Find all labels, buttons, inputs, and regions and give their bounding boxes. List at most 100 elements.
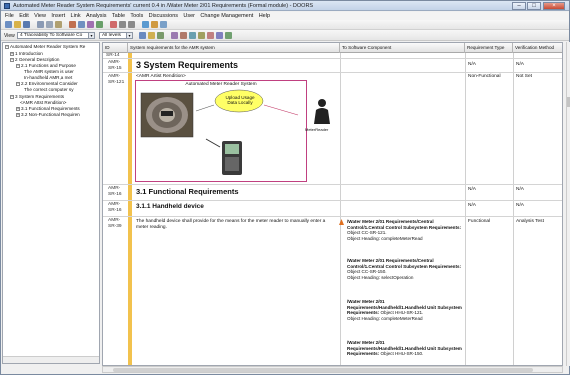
- show-links-icon[interactable]: [180, 32, 187, 39]
- column-header-id[interactable]: ID: [103, 43, 128, 53]
- requirement-type: N/A: [468, 62, 476, 67]
- section-heading[interactable]: 3 System Requirements: [136, 60, 238, 70]
- row-separator: [103, 200, 562, 201]
- column-header-link[interactable]: To Software Component: [340, 43, 465, 53]
- expand-icon[interactable]: +: [16, 106, 20, 111]
- delete-icon[interactable]: [110, 21, 117, 28]
- menu-insert[interactable]: Insert: [51, 12, 65, 20]
- view-label: View: [4, 33, 15, 39]
- verification-method: N/A: [516, 203, 524, 208]
- open-icon[interactable]: [14, 21, 21, 28]
- column-header-row: ID System requirements for the AMR syste…: [103, 43, 562, 53]
- edit-mode-icon[interactable]: [148, 32, 155, 39]
- link-entry[interactable]: /Water Meter 2/01 Requirements/Central C…: [347, 219, 462, 241]
- requirement-text[interactable]: The handheld device shall provide for th…: [136, 219, 334, 231]
- insert-object-icon[interactable]: [69, 21, 76, 28]
- expand-icon[interactable]: +: [10, 51, 14, 56]
- row-separator: [103, 58, 562, 59]
- table-icon[interactable]: [198, 32, 205, 39]
- window-title: Automated Meter Reader System Requiremen…: [13, 3, 314, 9]
- menu-discussions[interactable]: Discussions: [149, 12, 178, 20]
- section-heading[interactable]: 3.1.1 Handheld device: [136, 203, 204, 210]
- object-id: AMR-SR-121: [108, 74, 125, 85]
- app-icon: [4, 3, 10, 9]
- object-id: AMR-SR-16: [108, 186, 122, 197]
- collapse-icon[interactable]: −: [10, 57, 14, 62]
- menu-table[interactable]: Table: [112, 12, 125, 20]
- menu-change-management[interactable]: Change Management: [200, 12, 253, 20]
- menu-link[interactable]: Link: [71, 12, 81, 20]
- requirement-type: Functional: [468, 219, 491, 224]
- tree-item[interactable]: − Automated Meter Reader System Re: [5, 44, 85, 50]
- change-bar: [128, 53, 132, 365]
- view-toolbar: View 4 Traceability To Software Co ▾ All…: [1, 30, 569, 41]
- insert-heading-icon[interactable]: [78, 21, 85, 28]
- indent-icon[interactable]: [225, 32, 232, 39]
- tree-item[interactable]: +3.2 Non-Functional Requiren: [16, 112, 80, 118]
- row-separator: [103, 184, 562, 185]
- spell-check-icon[interactable]: [142, 21, 149, 28]
- insert-table-icon[interactable]: [87, 21, 94, 28]
- menu-view[interactable]: View: [34, 12, 46, 20]
- copy-icon[interactable]: [46, 21, 53, 28]
- find-icon[interactable]: [151, 21, 158, 28]
- collapse-icon[interactable]: −: [16, 81, 20, 86]
- scrollbar-thumb[interactable]: [113, 368, 533, 372]
- collapse-icon[interactable]: −: [16, 63, 20, 68]
- section-heading[interactable]: 3.1 Functional Requirements: [136, 187, 239, 196]
- menu-file[interactable]: File: [5, 12, 14, 20]
- minimize-button[interactable]: –: [512, 2, 526, 10]
- maximize-button[interactable]: □: [527, 2, 541, 10]
- level-1-icon[interactable]: [139, 32, 146, 39]
- view-select[interactable]: 4 Traceability To Software Co ▾: [17, 32, 95, 39]
- requirement-type: Non-Functional: [468, 74, 501, 79]
- graphics-mode-icon[interactable]: [171, 32, 178, 39]
- amr-artist-rendition-diagram[interactable]: Automated Meter Reader System Upload Usa…: [135, 80, 307, 182]
- link-entry[interactable]: /Water Meter 2/01 Requirements/Central C…: [347, 258, 462, 280]
- tree-icon[interactable]: [189, 32, 196, 39]
- save-icon[interactable]: [23, 21, 30, 28]
- expand-icon[interactable]: +: [16, 112, 20, 117]
- meter-reader-person-icon: [314, 99, 330, 124]
- sort-icon[interactable]: [216, 32, 223, 39]
- cut-icon[interactable]: [37, 21, 44, 28]
- link-entry[interactable]: /Water Meter 2/01 Requirements/Handheld/…: [347, 340, 462, 357]
- column-header-main[interactable]: System requirements for the AMR system: [128, 43, 340, 53]
- new-icon[interactable]: [5, 21, 12, 28]
- menu-edit[interactable]: Edit: [19, 12, 28, 20]
- levels-select-value: All levels: [102, 33, 121, 38]
- levels-select[interactable]: All levels ▾: [99, 32, 133, 39]
- redo-icon[interactable]: [128, 21, 135, 28]
- chevron-down-icon: ▾: [88, 33, 94, 38]
- link-entry[interactable]: /Water Meter 2/01 Requirements/Handheld/…: [347, 299, 462, 321]
- collapse-icon[interactable]: −: [5, 44, 9, 49]
- column-header-verification[interactable]: Verification Method: [513, 43, 562, 53]
- collapse-icon[interactable]: −: [10, 94, 14, 99]
- out-link-icon[interactable]: [339, 219, 344, 225]
- filter-icon[interactable]: [160, 21, 167, 28]
- link-icon[interactable]: [96, 21, 103, 28]
- title-bar: Automated Meter Reader System Requiremen…: [1, 1, 569, 11]
- row-separator: [103, 72, 562, 73]
- tree-horizontal-scrollbar[interactable]: [3, 356, 99, 363]
- verification-method: Analysis Test: [516, 219, 544, 224]
- column-header-type[interactable]: Requirement Type: [465, 43, 513, 53]
- outline-icon[interactable]: [157, 32, 164, 39]
- requirement-type: N/A: [468, 203, 476, 208]
- menu-bar: File Edit View Insert Link Analysis Tabl…: [1, 12, 569, 20]
- undo-icon[interactable]: [119, 21, 126, 28]
- history-icon[interactable]: [207, 32, 214, 39]
- menu-user[interactable]: User: [183, 12, 195, 20]
- verification-method: N/A: [516, 62, 524, 67]
- menu-tools[interactable]: Tools: [130, 12, 143, 20]
- menu-analysis[interactable]: Analysis: [86, 12, 106, 20]
- requirements-grid: ID System requirements for the AMR syste…: [102, 42, 563, 366]
- grid-horizontal-scrollbar[interactable]: [102, 366, 563, 373]
- paste-icon[interactable]: [55, 21, 62, 28]
- module-explorer-tree[interactable]: − Automated Meter Reader System Re +1 Int…: [2, 42, 100, 364]
- tree-item[interactable]: The correct computer sy: [24, 87, 74, 93]
- grid-vertical-scrollbar[interactable]: [566, 42, 570, 366]
- close-button[interactable]: ×: [543, 2, 565, 10]
- menu-help[interactable]: Help: [259, 12, 270, 20]
- view-select-value: 4 Traceability To Software Co: [20, 33, 83, 38]
